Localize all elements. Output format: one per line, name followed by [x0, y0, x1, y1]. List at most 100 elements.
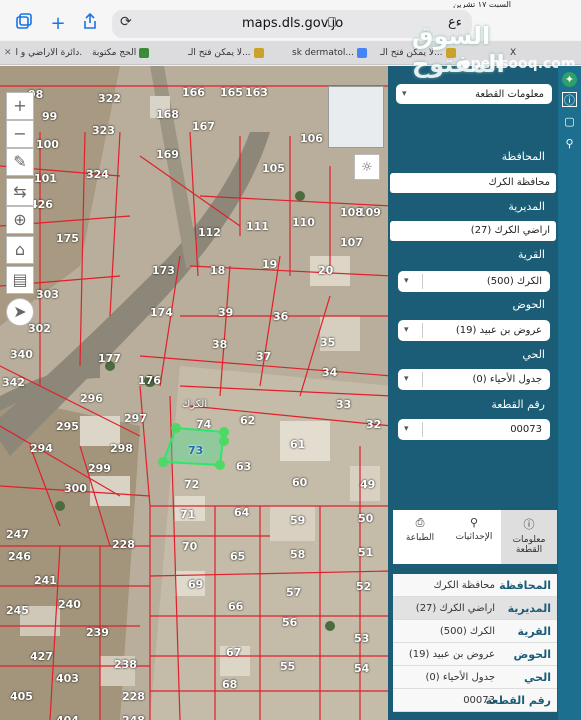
- tab-cannot-open-1[interactable]: لا يمكن فتح الـ...: [188, 44, 284, 62]
- parcel-label[interactable]: 54: [354, 662, 369, 675]
- parcel-label[interactable]: 53: [354, 632, 369, 645]
- parcel-label[interactable]: 294: [30, 442, 53, 455]
- parcel-label[interactable]: 49: [360, 478, 375, 491]
- parcel-label[interactable]: 67: [226, 646, 241, 659]
- parcel-label[interactable]: 66: [228, 600, 243, 613]
- overview-map[interactable]: [328, 86, 384, 148]
- parcel-label[interactable]: 228: [122, 690, 145, 703]
- parcel-label[interactable]: 177: [98, 352, 121, 365]
- tabs-icon[interactable]: [12, 12, 36, 36]
- parcel-label[interactable]: 297: [124, 412, 147, 425]
- parcel-label[interactable]: 323: [92, 124, 115, 137]
- parcel-label[interactable]: 111: [246, 220, 269, 233]
- parcel-label[interactable]: 55: [280, 660, 295, 673]
- parcel-label[interactable]: 64: [234, 506, 249, 519]
- parcel-label[interactable]: 167: [192, 120, 215, 133]
- parcel-label[interactable]: 166: [182, 86, 205, 99]
- parcel-label[interactable]: 174: [150, 306, 173, 319]
- directorate-field[interactable]: اراضي الكرك (27): [390, 221, 556, 241]
- parcel-label[interactable]: 302: [28, 322, 51, 335]
- parcel-label[interactable]: 61: [290, 438, 305, 451]
- parcel-label[interactable]: 241: [34, 574, 57, 587]
- locate-icon[interactable]: ⊕: [6, 206, 34, 234]
- parcel-label[interactable]: 163: [245, 86, 268, 99]
- parcel-label[interactable]: 405: [10, 690, 33, 703]
- parcel-label[interactable]: 248: [122, 714, 145, 720]
- parcel-label[interactable]: 35: [320, 336, 335, 349]
- parcel-label[interactable]: 403: [56, 672, 79, 685]
- parcel-label[interactable]: 322: [98, 92, 121, 105]
- map-canvas[interactable]: 98 322 166 165 163 99 323 168 167 106 100 169 105 101…: [0, 66, 392, 720]
- info-panel-icon[interactable]: ⓘ: [562, 92, 577, 107]
- zoom-out-button[interactable]: −: [6, 120, 34, 148]
- parcel-label[interactable]: 19: [262, 258, 277, 271]
- parcel-label[interactable]: 59: [290, 514, 305, 527]
- parcel-label[interactable]: 70: [182, 540, 197, 553]
- new-tab-icon[interactable]: +: [46, 12, 70, 36]
- parcel-label[interactable]: 296: [80, 392, 103, 405]
- parcel-label[interactable]: 20: [318, 264, 333, 277]
- parcel-label[interactable]: 106: [300, 132, 323, 145]
- parcel-label[interactable]: 303: [36, 288, 59, 301]
- parcel-label[interactable]: 238: [114, 658, 137, 671]
- parcel-label[interactable]: 107: [340, 236, 363, 249]
- parcel-label[interactable]: 34: [322, 366, 337, 379]
- brightness-icon[interactable]: ☼: [354, 154, 380, 180]
- parcel-label[interactable]: 324: [86, 168, 109, 181]
- parcel-label[interactable]: 65: [230, 550, 245, 563]
- parcel-label[interactable]: 245: [6, 604, 29, 617]
- parcel-label[interactable]: 36: [273, 310, 288, 323]
- parcel-label[interactable]: 427: [30, 650, 53, 663]
- tab-sk-dermatol[interactable]: sk dermatol...: [292, 44, 374, 62]
- section-select[interactable]: معلومات القطعة ▾: [396, 84, 552, 104]
- parcel-label[interactable]: 173: [152, 264, 175, 277]
- parcel-label[interactable]: 101: [34, 172, 57, 185]
- parcel-label[interactable]: 295: [56, 420, 79, 433]
- parcel-label[interactable]: 240: [58, 598, 81, 611]
- draw-tool-icon[interactable]: ✎: [6, 148, 34, 176]
- tab-hajj[interactable]: الحج مكتوبة: [92, 44, 182, 62]
- parcel-label[interactable]: 56: [282, 616, 297, 629]
- village-select[interactable]: الكرك (500) ▾: [398, 271, 550, 292]
- parcel-number-select[interactable]: 00073 ▾: [398, 419, 550, 440]
- measure-tool-icon[interactable]: ⇆: [6, 178, 34, 206]
- parcel-label[interactable]: 51: [358, 546, 373, 559]
- parcel-label[interactable]: 169: [156, 148, 179, 161]
- parcel-label[interactable]: 68: [222, 678, 237, 691]
- parcel-label[interactable]: 342: [2, 376, 25, 389]
- parcel-label[interactable]: 73: [188, 444, 203, 457]
- share-icon[interactable]: [78, 12, 102, 36]
- layers-icon[interactable]: ▤: [6, 266, 34, 294]
- parcel-label[interactable]: 33: [336, 398, 351, 411]
- home-icon[interactable]: ⌂: [6, 236, 34, 264]
- parcel-label[interactable]: 72: [184, 478, 199, 491]
- tab-parcel-info[interactable]: ⓘ معلومات القطعة: [501, 510, 557, 564]
- parcel-label[interactable]: 165: [220, 86, 243, 99]
- compass-icon[interactable]: ➤: [6, 298, 34, 326]
- tab-print[interactable]: ⎙ الطباعة: [393, 510, 447, 564]
- tab-dls[interactable]: ✕دائرة الاراضي و ا...: [4, 44, 82, 62]
- parcel-label[interactable]: 299: [88, 462, 111, 475]
- parcel-label[interactable]: 239: [86, 626, 109, 639]
- governorate-field[interactable]: محافظة الكرك: [390, 173, 556, 193]
- tab-coordinates[interactable]: ⚲ الإحداثيات: [447, 510, 501, 564]
- parcel-label[interactable]: 340: [10, 348, 33, 361]
- zoom-in-button[interactable]: +: [6, 92, 34, 120]
- parcel-label[interactable]: 176: [138, 374, 161, 387]
- parcel-label[interactable]: 52: [356, 580, 371, 593]
- parcel-label[interactable]: 71: [180, 508, 195, 521]
- parcel-label[interactable]: 99: [42, 110, 57, 123]
- parcel-label[interactable]: 108: [340, 206, 363, 219]
- parcel-label[interactable]: 39: [218, 306, 233, 319]
- parcel-label[interactable]: 38: [212, 338, 227, 351]
- parcel-label[interactable]: 63: [236, 460, 251, 473]
- parcel-label[interactable]: 50: [358, 512, 373, 525]
- district-select[interactable]: جدول الأحياء (0) ▾: [398, 369, 550, 390]
- parcel-label[interactable]: 57: [286, 586, 301, 599]
- reload-icon[interactable]: ⟳: [120, 14, 132, 30]
- parcel-label[interactable]: 32: [366, 418, 381, 431]
- close-icon[interactable]: ✕: [4, 48, 12, 58]
- parcel-label[interactable]: 74: [196, 418, 211, 431]
- parcel-label[interactable]: 175: [56, 232, 79, 245]
- parcel-label[interactable]: 298: [110, 442, 133, 455]
